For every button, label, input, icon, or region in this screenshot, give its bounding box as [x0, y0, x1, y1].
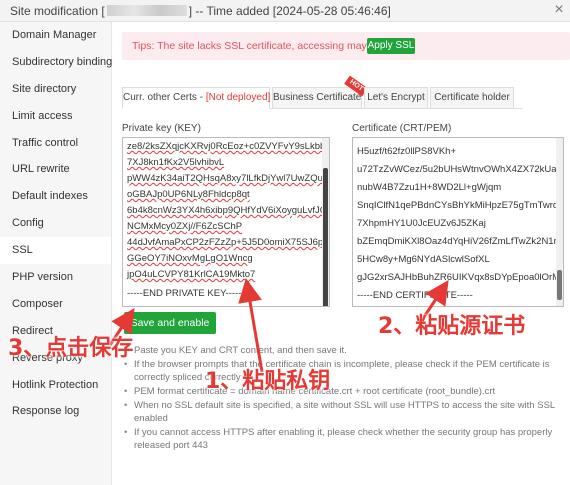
tab-current-label: Curr. other Certs -: [123, 92, 206, 103]
cert-scrollbar-thumb[interactable]: [557, 270, 562, 300]
sidebar-item-php-version[interactable]: PHP version: [0, 264, 111, 291]
key-line: NCMxMcy0ZXj//F6ZcSChP: [127, 221, 243, 232]
note-item: If you cannot access HTTPS after enablin…: [122, 426, 562, 452]
note-item: When no SSL default site is specified, a…: [122, 399, 562, 425]
private-key-textarea[interactable]: ze8/2ksZXqjcKXRvj0RcEoz+c0ZVYFvY9sLkbbcE…: [122, 137, 330, 307]
sidebar-item-hotlink-protection[interactable]: Hotlink Protection: [0, 372, 111, 399]
key-line: pWW4zK34aiT2QHsqA8xy7lLfkDjYwl7UwZQuwFJA: [127, 173, 330, 184]
sidebar-item-domain-manager[interactable]: Domain Manager: [0, 22, 111, 49]
certificate-label: Certificate (CRT/PEM): [352, 123, 452, 134]
cert-line: bZEmqDmiKXl8Oaz4dYqHiV26fZmLfTwZk2N1rmPy: [357, 236, 564, 247]
key-scrollbar-thumb[interactable]: [323, 168, 328, 306]
sidebar-item-subdirectory-binding[interactable]: Subdirectory binding: [0, 49, 112, 76]
key-line: oGBAJp0UP6NLy8Fhldcp8qt: [127, 189, 250, 200]
certificate-textarea[interactable]: H5uzf/t62fz0llPS8VKh+ u72TzZvWCez/5u2bUH…: [352, 137, 564, 307]
tab-current-status: [Not deployed]: [205, 92, 271, 103]
key-line: 6b4k8cnWz3YX4h6xibp9QHfYdV6iXoyguLvfJOrY…: [127, 205, 330, 216]
sidebar-item-limit-access[interactable]: Limit access: [0, 103, 111, 130]
cert-line: gJG2xrSAJHbBuhZR6UIKVqx8sDYpEpoa0lOrMPo=: [357, 272, 564, 283]
private-key-label: Private key (KEY): [122, 123, 201, 134]
cert-line: SnqIClfN1qePBdnCYsBhYkMiHpzE75gTmTwrdH/k…: [357, 200, 564, 211]
window-title: Site modification [ ] -- Time added [2024…: [10, 4, 391, 18]
sidebar-item-traffic-control[interactable]: Traffic control: [0, 130, 111, 157]
cert-line: 7XhpmHY1U0JcEUZv6J5ZKaj: [357, 218, 486, 229]
sidebar-item-default-indexes[interactable]: Default indexes: [0, 183, 111, 210]
note-item: Paste you KEY and CRT content, and then …: [122, 344, 562, 357]
sidebar-item-config[interactable]: Config: [0, 210, 111, 237]
tab-business-label: Business Certificate: [273, 92, 362, 103]
key-line: jpO4uLCVPY81KrlCA19Mkto7: [127, 269, 256, 280]
annotation-paste-key: 1、粘贴私钥: [205, 369, 331, 394]
help-notes: Paste you KEY and CRT content, and then …: [122, 344, 562, 453]
note-item: PEM format certificate = domain name cer…: [122, 385, 562, 398]
sidebar-item-composer[interactable]: Composer: [0, 291, 111, 318]
cert-line: nubW4B7Zzu1H+8WD2Ll+gWjqm: [357, 182, 502, 193]
cert-line: -----END CERTIFICATE-----: [357, 290, 473, 301]
tab-lets-encrypt[interactable]: Let's Encrypt: [364, 87, 428, 109]
sidebar-item-response-log[interactable]: Response log: [0, 398, 111, 425]
ssl-panel: Tips: The site lacks SSL certificate, ac…: [112, 22, 570, 485]
key-line: 7XJ8kn1fKx2V5lvhibvL: [127, 157, 225, 168]
annotation-click-save: 3、点击保存: [8, 336, 134, 361]
redacted-site-name: [106, 5, 187, 16]
annotation-paste-cert: 2、粘贴源证书: [378, 314, 526, 339]
title-suffix: ] -- Time added [2024-05-28 05:46:46]: [188, 4, 391, 18]
window-titlebar: Site modification [ ] -- Time added [2024…: [0, 0, 570, 22]
tab-certificate-holder[interactable]: Certificate holder: [430, 87, 514, 109]
tab-business-certificate[interactable]: Business Certificate HOT: [272, 75, 368, 109]
key-line: GGeOY7iNOxvMgLgO1Wncg: [127, 253, 253, 264]
cert-line: u72TzZvWCez/5u2bUHsWtnvOWhX4ZX72kUadX2+: [357, 164, 564, 175]
sidebar-item-site-directory[interactable]: Site directory: [0, 76, 111, 103]
cert-line: 5HCw8y+Mg6NYdASlcwlSofXL: [357, 254, 490, 265]
key-line: 44dJvfAmaPxCP2zFZzZp+5J5D0omiX75SJ6pB29z…: [127, 237, 330, 248]
cert-scrollbar[interactable]: [556, 138, 563, 306]
key-scrollbar[interactable]: [322, 138, 329, 306]
cert-line: H5uzf/t62fz0llPS8VKh+: [357, 146, 457, 157]
key-line: ze8/2ksZXqjcKXRvj0RcEoz+c0ZVYFvY9sLkbbcE…: [127, 141, 329, 152]
tab-current-certs[interactable]: Curr. other Certs - [Not deployed]: [122, 87, 270, 109]
save-and-enable-ssl-button[interactable]: Save and enable SSL: [124, 312, 216, 351]
sidebar-item-url-rewrite[interactable]: URL rewrite: [0, 156, 111, 183]
apply-ssl-button[interactable]: Apply SSL: [367, 38, 415, 54]
cert-tabs: Curr. other Certs - [Not deployed] Busin…: [122, 75, 522, 109]
key-line: -----END PRIVATE KEY-----: [127, 288, 242, 299]
sidebar-item-ssl[interactable]: SSL: [0, 237, 111, 265]
note-item: If the browser prompts that the certific…: [122, 358, 562, 384]
close-icon[interactable]: ×: [550, 0, 568, 20]
title-prefix: Site modification [: [10, 4, 105, 18]
sidebar: Domain Manager Subdirectory binding Site…: [0, 22, 112, 485]
ssl-warning-banner: Tips: The site lacks SSL certificate, ac…: [122, 32, 570, 60]
